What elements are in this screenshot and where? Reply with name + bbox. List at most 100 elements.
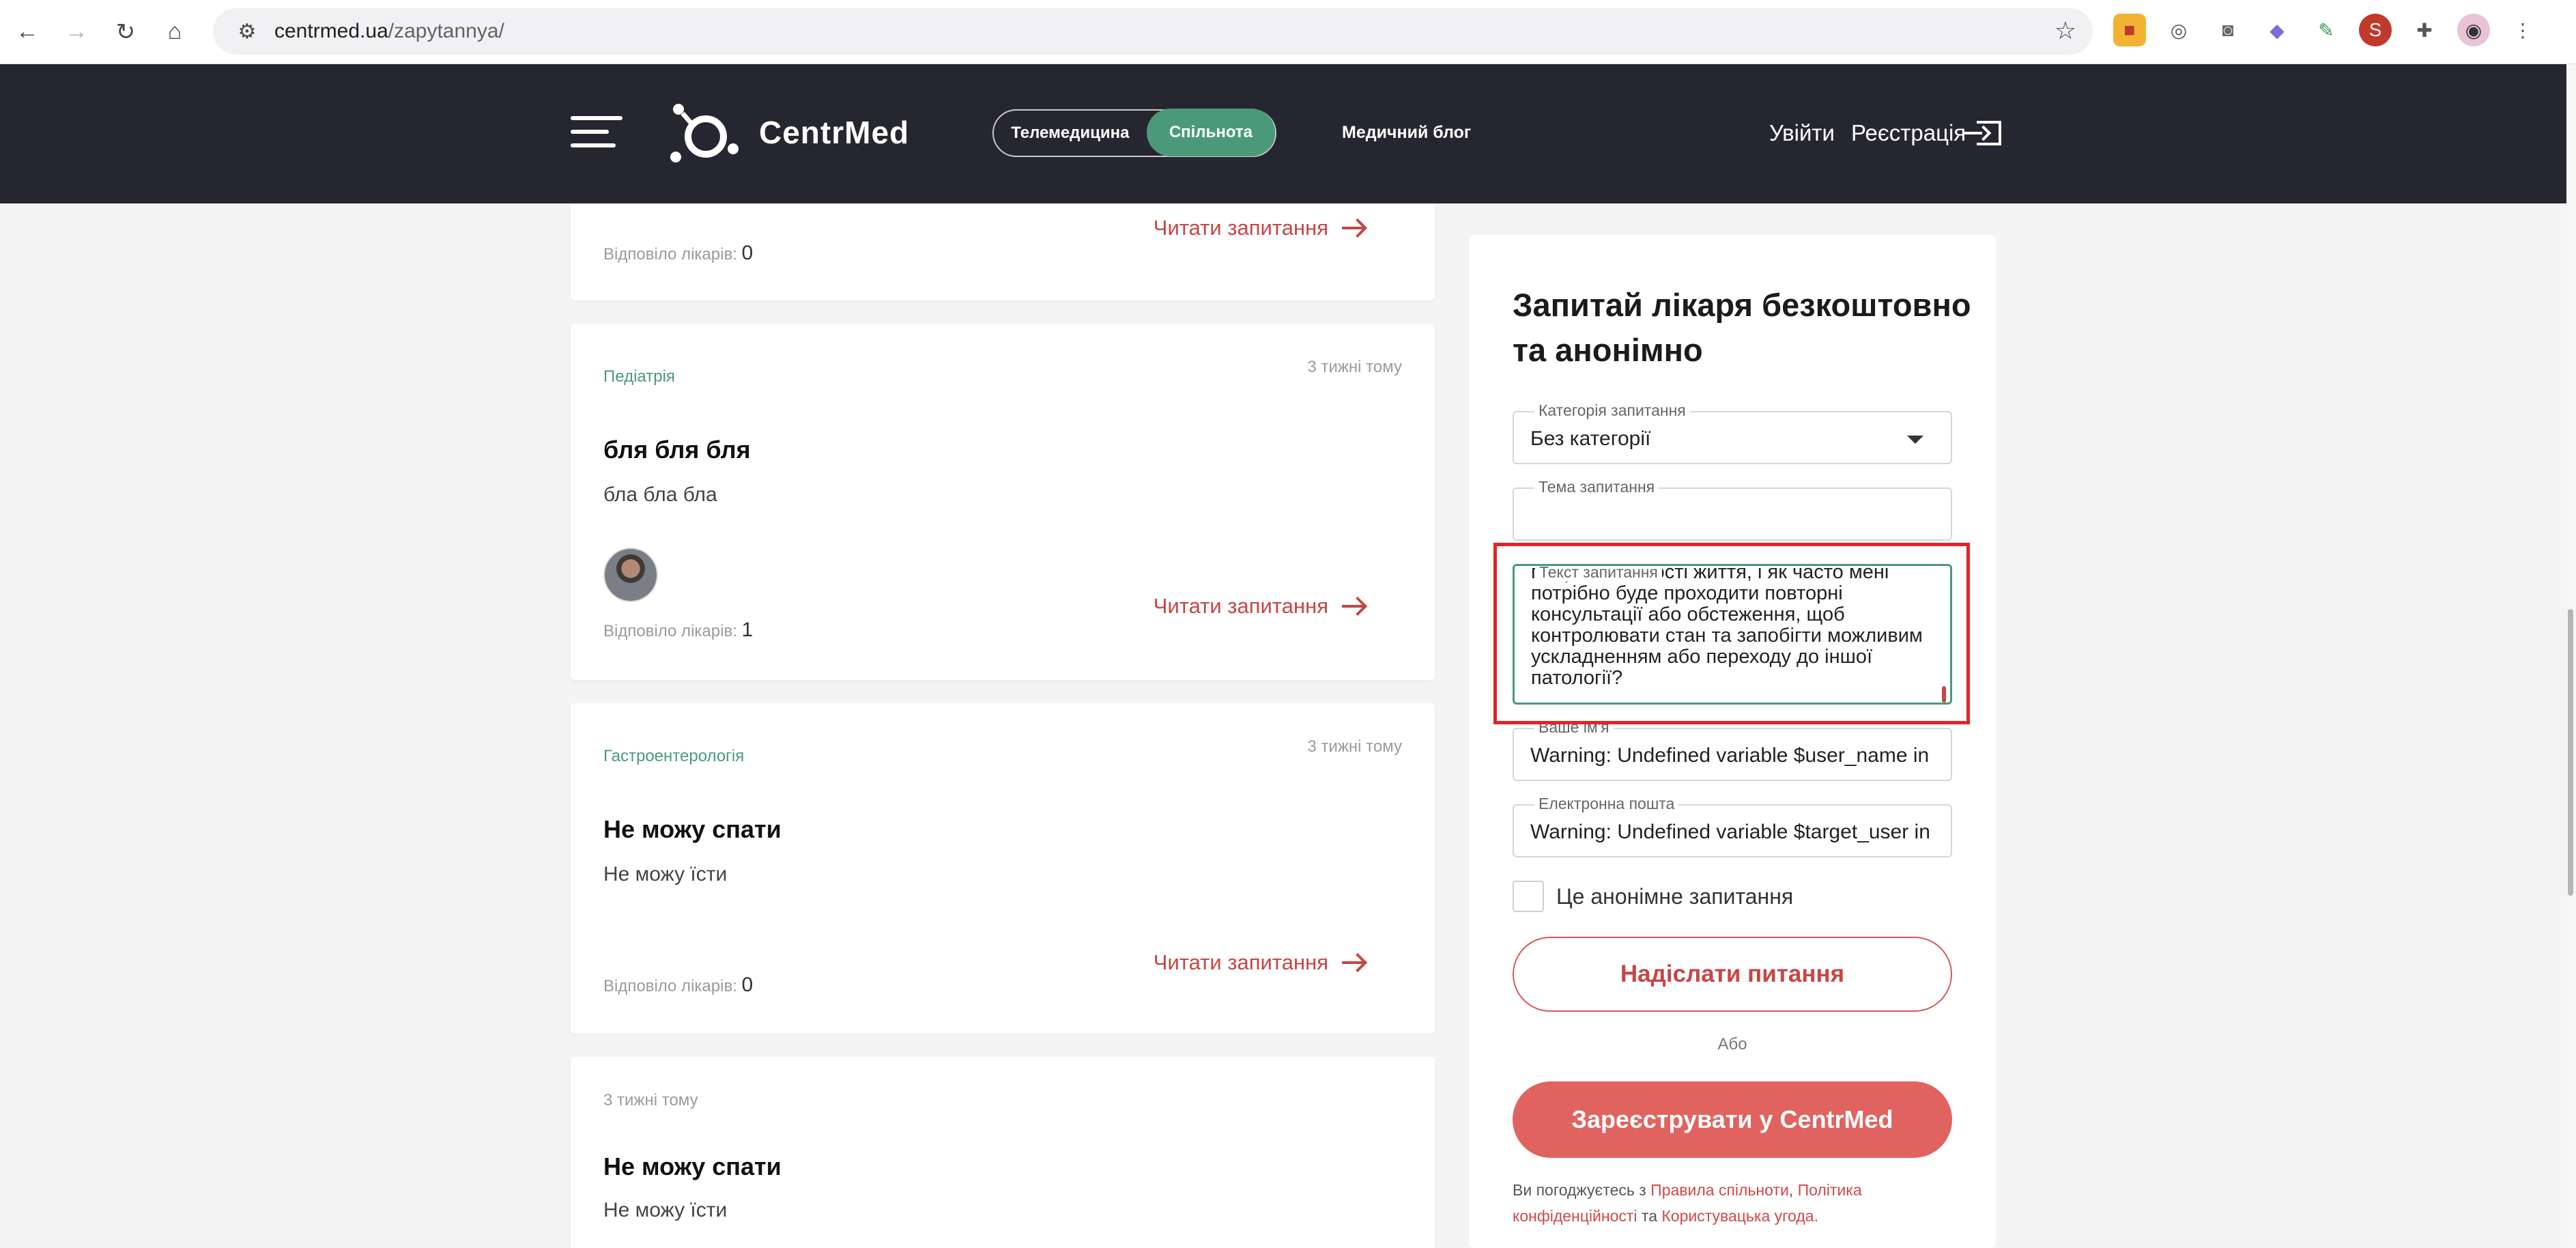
toggle-telemedicine[interactable]: Телемедицина [994,109,1147,157]
extension-icons: ■ ◎ ◙ ◆ ✎ S ✚ ◉ ⋮ [2113,14,2539,46]
logo[interactable]: CentrMed [668,100,909,165]
name-field[interactable]: Ваше ім'я Warning: Undefined variable $u… [1513,718,1952,781]
reload-icon[interactable]: ↻ [104,10,147,54]
submit-question-button[interactable]: Надіслати питання [1513,937,1952,1012]
menu-kebab-icon[interactable]: ⋮ [2506,14,2539,46]
form-title: Запитай лікаря безкоштовно та анонімно [1513,287,1971,368]
question-time: 3 тижні тому [1307,358,1402,376]
anonymous-label[interactable]: Це анонімне запитання [1556,884,1793,909]
answered-label: Відповіло лікарів: [603,977,737,995]
answered-count: 1 [741,619,754,641]
anonymous-option[interactable]: Це анонімне запитання [1513,881,1793,912]
answered-count: 0 [741,242,754,264]
email-field[interactable]: Електронна пошта Warning: Undefined vari… [1513,795,1952,857]
read-question-link[interactable]: Читати запитання [1154,950,1366,975]
page-scrollbar-thumb[interactable] [2568,609,2573,896]
extension-icon[interactable]: S [2359,14,2392,46]
nav-medical-blog[interactable]: Медичний блог [1342,123,1471,143]
question-text: Не можу їсти [603,1199,728,1221]
doctors-answered: Відповіло лікарів: 0 [603,974,753,997]
pen-icon[interactable]: ✎ [2310,14,2343,46]
read-question-link[interactable]: Читати запитання [1154,594,1366,619]
community-rules-link[interactable]: Правила спільноти [1650,1181,1789,1199]
camera-icon[interactable]: ◙ [2212,14,2244,46]
home-icon[interactable]: ⌂ [153,10,197,54]
extension-icon[interactable]: ◎ [2162,14,2195,46]
site-settings-icon[interactable]: ⚙ [227,20,268,44]
question-time: 3 тижні тому [603,1091,698,1109]
puzzle-icon[interactable]: ✚ [2408,14,2441,46]
category-label: Категорія запитання [1534,401,1690,420]
browser-toolbar: ← → ↻ ⌂ ⚙ centrmed.ua/zapytannya/ ☆ ■ ◎ … [0,0,2576,64]
question-text-label: Текст запитання [1535,566,1662,582]
legal-end: . [1814,1207,1818,1225]
arrow-right-icon [1342,953,1366,972]
textarea-scrollbar[interactable] [1942,686,1946,703]
answered-label: Відповіло лікарів: [603,622,737,640]
question-card: Гастроентерологія 3 тижні тому Не можу с… [571,703,1435,1034]
read-question-label: Читати запитання [1153,216,1328,240]
anonymous-checkbox[interactable] [1513,881,1544,912]
legal-and: та [1637,1207,1662,1225]
section-toggle[interactable]: Телемедицина Спільнота [992,109,1276,157]
toggle-community[interactable]: Спільнота [1146,109,1275,156]
answered-label: Відповіло лікарів: [603,245,737,264]
question-text-value: погіршенні якості життя, і як часто мені… [1531,564,1923,689]
question-time: 3 тижні тому [1307,737,1402,756]
login-arrow-icon [1964,121,2002,145]
user-agreement-link[interactable]: Користувацька угода [1661,1207,1814,1225]
question-title[interactable]: бля бля бля [603,436,751,464]
read-question-label: Читати запитання [1153,950,1328,974]
doctors-answered: Відповіло лікарів: 0 [603,242,753,265]
topic-label: Тема запитання [1534,478,1659,496]
name-label: Ваше ім'я [1534,718,1614,737]
question-title[interactable]: Не можу спати [603,1152,782,1181]
question-category[interactable]: Педіатрія [603,367,675,386]
arrow-right-icon [1342,597,1366,616]
dropdown-caret-icon [1907,436,1923,444]
legal-separator: , [1788,1181,1798,1199]
or-divider: Або [1717,1035,1747,1053]
question-card: Відповіло лікарів: 0 Читати запитання [571,203,1435,300]
email-label: Електронна пошта [1534,795,1679,813]
arrow-right-icon [1342,218,1366,238]
read-question-label: Читати запитання [1153,594,1328,618]
site-header [0,64,2566,203]
url-text[interactable]: centrmed.ua/zapytannya/ [274,20,504,43]
topic-field[interactable]: Тема запитання [1513,478,1952,541]
forward-icon[interactable]: → [55,10,98,54]
url-host: centrmed.ua [274,20,388,42]
doctor-avatar[interactable] [603,548,658,602]
legal-notice: Ви погоджуєтесь з Правила спільноти, Пол… [1513,1177,1963,1229]
ask-doctor-form: Запитай лікаря безкоштовно та анонімно К… [1469,235,1996,1248]
register-centrmed-button[interactable]: Зареєструвати у CentrMed [1513,1081,1952,1158]
category-select[interactable]: Категорія запитання Без категорії [1513,401,1952,464]
bookmark-star-icon[interactable]: ☆ [2055,16,2076,45]
register-link[interactable]: Реєстрація [1851,120,2002,146]
question-text: бла бла бла [603,483,717,506]
email-value: Warning: Undefined variable $target_user… [1530,821,1930,843]
logo-text: CentrMed [759,115,910,150]
question-card: Педіатрія 3 тижні тому бля бля бля бла б… [571,324,1435,680]
question-text: Не можу їсти [603,863,728,885]
login-link[interactable]: Увійти [1769,120,1835,146]
question-category[interactable]: Гастроентерологія [603,747,744,766]
page-scrollbar[interactable] [2566,64,2576,1248]
category-value: Без категорії [1530,427,1651,450]
hamburger-menu-icon[interactable] [571,116,622,157]
register-label: Реєстрація [1851,120,1966,145]
read-question-link[interactable]: Читати запитання [1154,216,1366,240]
url-path: /zapytannya/ [388,20,504,42]
answered-count: 0 [741,974,754,996]
legal-prefix: Ви погоджуєтесь з [1513,1181,1651,1199]
back-icon[interactable]: ← [5,10,49,54]
question-card: 3 тижні тому Не можу спати Не можу їсти [571,1057,1435,1248]
extension-icon[interactable]: ◆ [2261,14,2293,46]
extension-icon[interactable]: ■ [2113,14,2146,46]
name-value: Warning: Undefined variable $user_name i… [1530,744,1930,767]
question-title[interactable]: Не можу спати [603,815,782,844]
profile-avatar-icon[interactable]: ◉ [2457,14,2490,46]
question-text-area[interactable]: Текст запитання погіршенні якості життя,… [1513,564,1952,705]
logo-mark-icon [670,104,739,162]
address-bar[interactable]: ⚙ centrmed.ua/zapytannya/ ☆ [213,8,2093,55]
